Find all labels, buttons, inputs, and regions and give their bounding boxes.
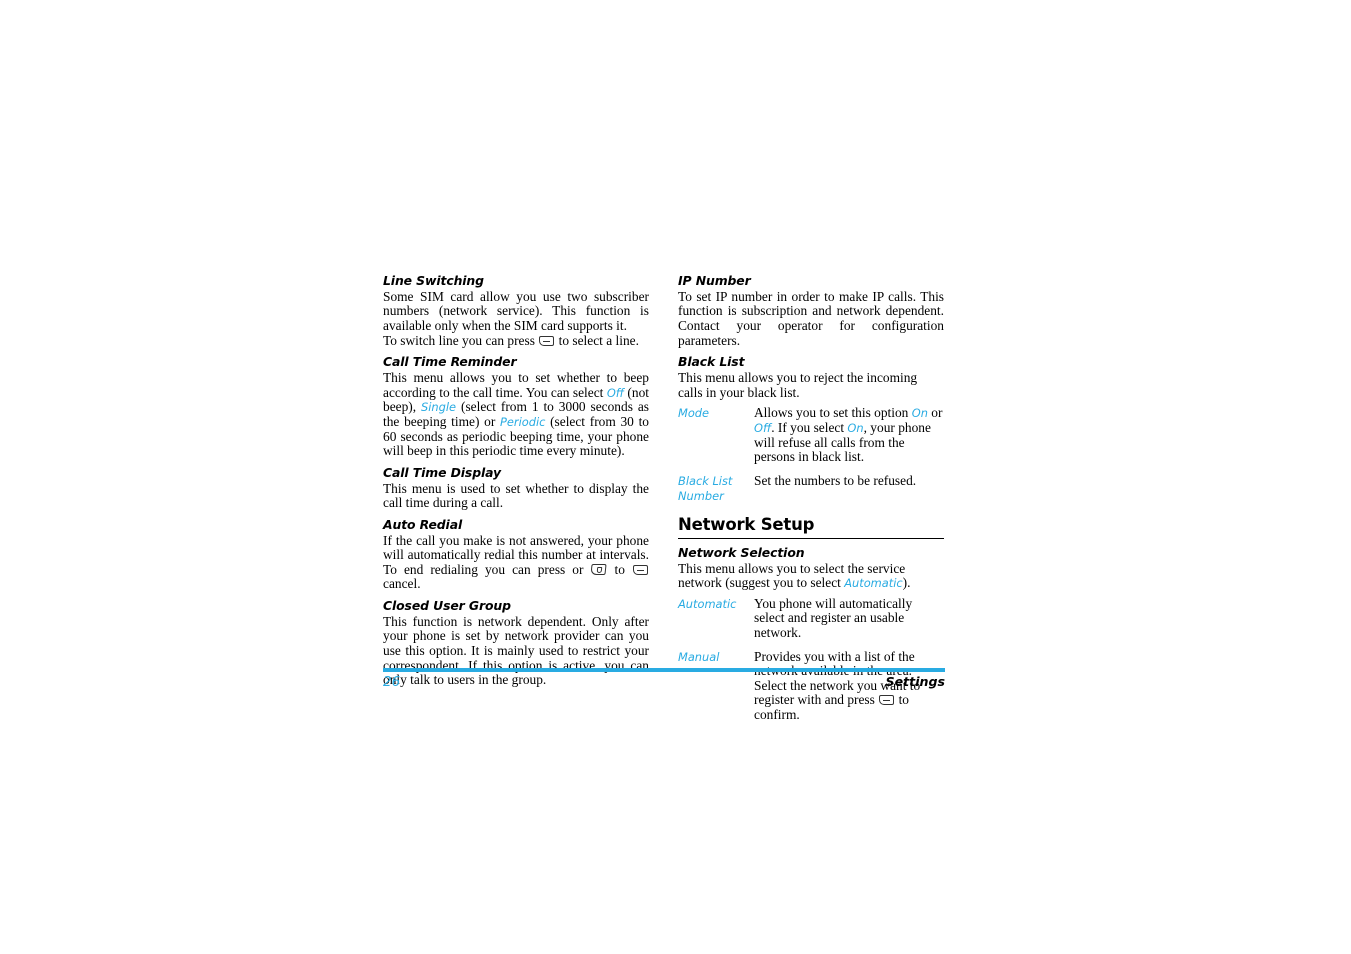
definition-desc-automatic: You phone will automatically select and …	[754, 595, 913, 640]
section-heading-black-list: Black List	[678, 354, 745, 370]
paragraph-line-switching-2: To switch line you can press to select a…	[383, 332, 649, 349]
section-heading-line-switching: Line Switching	[383, 273, 484, 288]
keyword-on: On	[911, 406, 928, 421]
paragraph-call-time-display: This menu is used to set whether to disp…	[383, 480, 649, 511]
text-run: Allows you to set this option	[754, 405, 912, 421]
definition-term-mode: Mode	[678, 406, 710, 421]
keyword-off: Off	[606, 385, 624, 400]
paragraph-network-selection: This menu allows you to select the servi…	[678, 561, 944, 591]
right-column: IP Number To set IP number in order to m…	[678, 273, 944, 723]
section-heading-call-time-reminder: Call Time Reminder	[383, 354, 517, 370]
section-heading-auto-redial: Auto Redial	[383, 516, 463, 532]
text-run: or	[927, 405, 943, 421]
keyword-on: On	[847, 420, 864, 435]
soft-key-icon	[539, 335, 555, 346]
page-number: 26	[383, 674, 401, 690]
text-run: To switch line you can press	[383, 332, 539, 348]
definition-list-network-selection: Automatic You phone will automatically s…	[678, 595, 944, 723]
footer-rule	[383, 668, 945, 672]
paragraph-call-time-reminder: This menu allows you to set whether to b…	[383, 370, 649, 459]
end-call-key-icon	[590, 563, 608, 575]
text-run: cancel.	[383, 576, 421, 592]
definition-row-automatic: Automatic You phone will automatically s…	[678, 595, 944, 650]
definition-desc-mode: Allows you to set this option On or Off.…	[754, 406, 944, 473]
text-run: to select a line.	[555, 332, 639, 348]
definition-term-black-list-number: Black List Number	[678, 473, 733, 503]
page-footer: 26 Settings	[383, 668, 945, 690]
text-run: to	[607, 561, 632, 577]
keyword-automatic: Automatic	[844, 576, 903, 591]
definition-term-automatic: Automatic	[678, 596, 737, 611]
soft-key-icon	[879, 695, 895, 706]
chapter-heading-rule	[678, 537, 944, 539]
definition-row-mode: Mode Allows you to set this option On or…	[678, 406, 944, 473]
paragraph-line-switching-1: Some SIM card allow you use two subscrib…	[383, 288, 649, 334]
definition-row-black-list-number: Black List Number Set the numbers to be …	[678, 472, 944, 504]
chapter-heading-network-setup: Network Setup	[678, 514, 815, 534]
text-run: . If you select	[771, 419, 848, 435]
footer-row: 26 Settings	[383, 674, 945, 690]
soft-key-icon	[632, 564, 648, 575]
section-heading-call-time-display: Call Time Display	[383, 464, 501, 480]
keyword-single: Single	[421, 400, 457, 415]
section-heading-ip-number: IP Number	[678, 273, 751, 288]
left-column: Line Switching Some SIM card allow you u…	[383, 273, 649, 688]
paragraph-black-list: This menu allows you to reject the incom…	[678, 370, 918, 400]
keyword-periodic: Periodic	[500, 414, 546, 429]
paragraph-ip-number: To set IP number in order to make IP cal…	[678, 288, 944, 348]
document-page: Line Switching Some SIM card allow you u…	[383, 273, 945, 722]
definition-desc-black-list-number: Set the numbers to be refused.	[754, 472, 917, 488]
paragraph-auto-redial: If the call you make is not answered, yo…	[383, 533, 649, 592]
text-run: ).	[902, 575, 911, 591]
section-heading-network-selection: Network Selection	[678, 544, 805, 560]
two-column-layout: Line Switching Some SIM card allow you u…	[383, 273, 945, 723]
definition-list-black-list: Mode Allows you to set this option On or…	[678, 406, 944, 503]
keyword-off: Off	[754, 420, 772, 435]
footer-chapter-tag: Settings	[885, 674, 945, 689]
section-heading-closed-user-group: Closed User Group	[383, 598, 511, 613]
